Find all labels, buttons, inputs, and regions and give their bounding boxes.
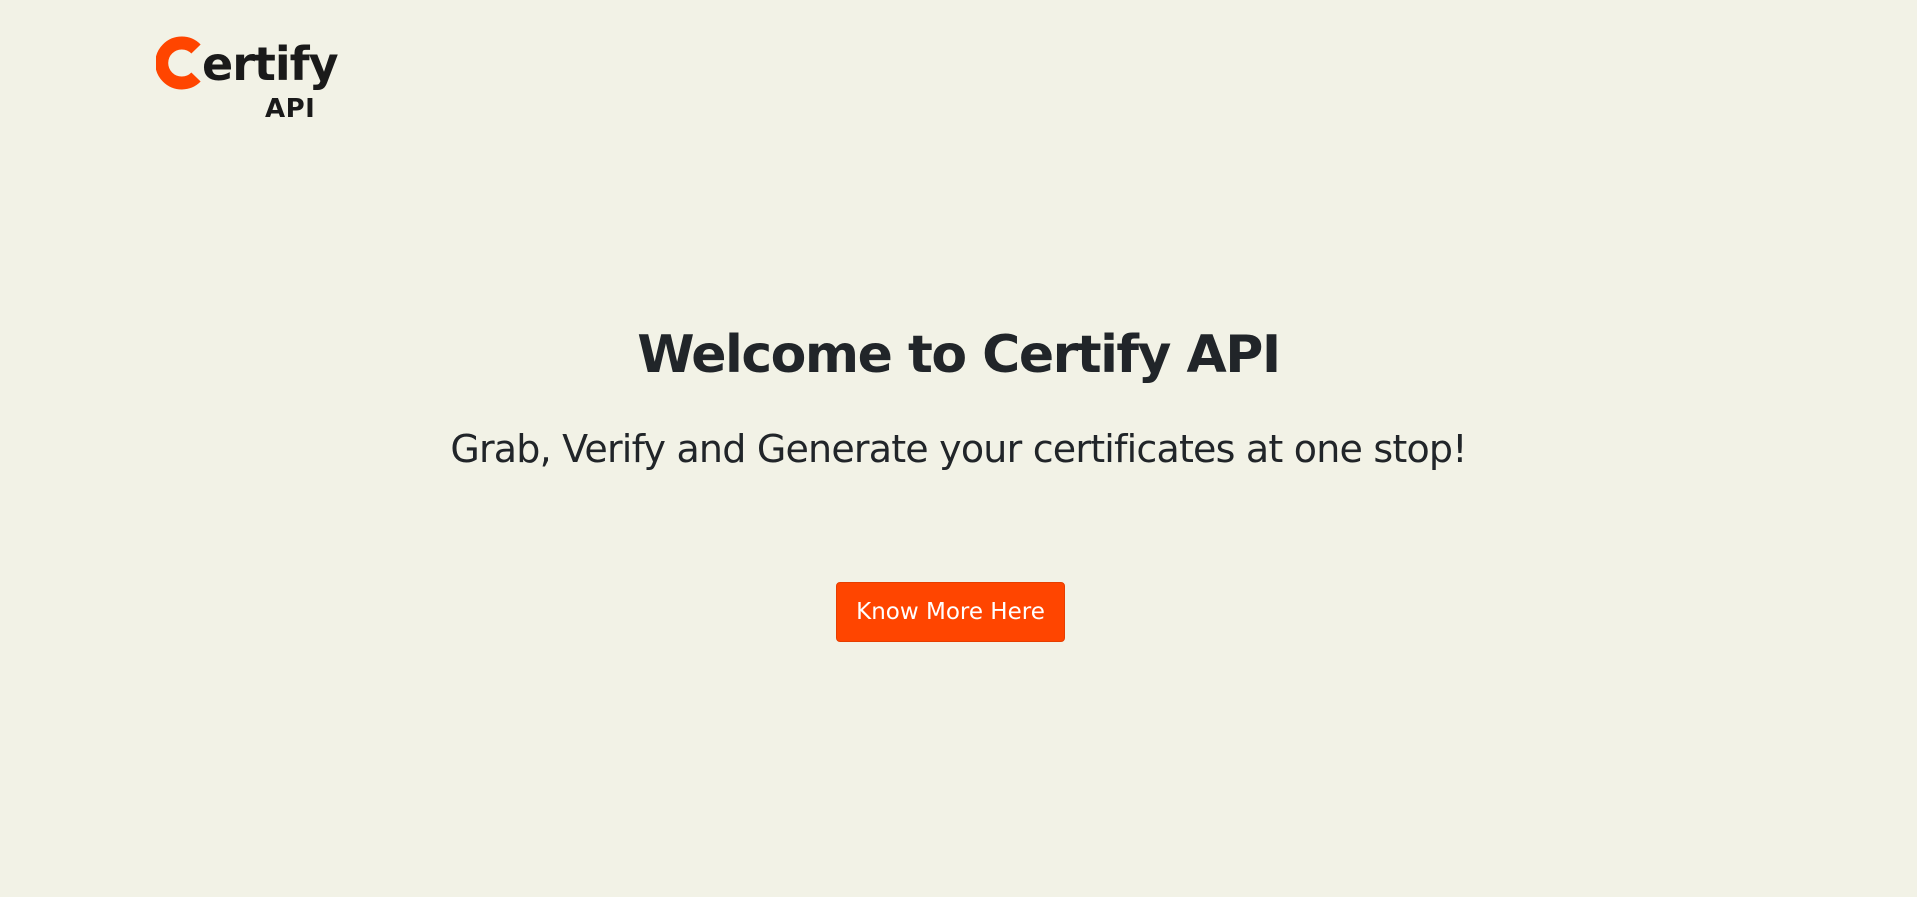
brand-logo[interactable]: ertify API bbox=[156, 34, 346, 129]
logo-c-mark-icon bbox=[156, 36, 201, 90]
logo-wordmark: ertify bbox=[202, 37, 339, 91]
page-title: Welcome to Certify API bbox=[637, 325, 1281, 385]
hero-section: Welcome to Certify API Grab, Verify and … bbox=[0, 320, 1917, 474]
page-subtitle: Grab, Verify and Generate your certifica… bbox=[450, 427, 1467, 471]
know-more-button[interactable]: Know More Here bbox=[836, 582, 1065, 642]
logo-subtitle: API bbox=[265, 94, 316, 124]
